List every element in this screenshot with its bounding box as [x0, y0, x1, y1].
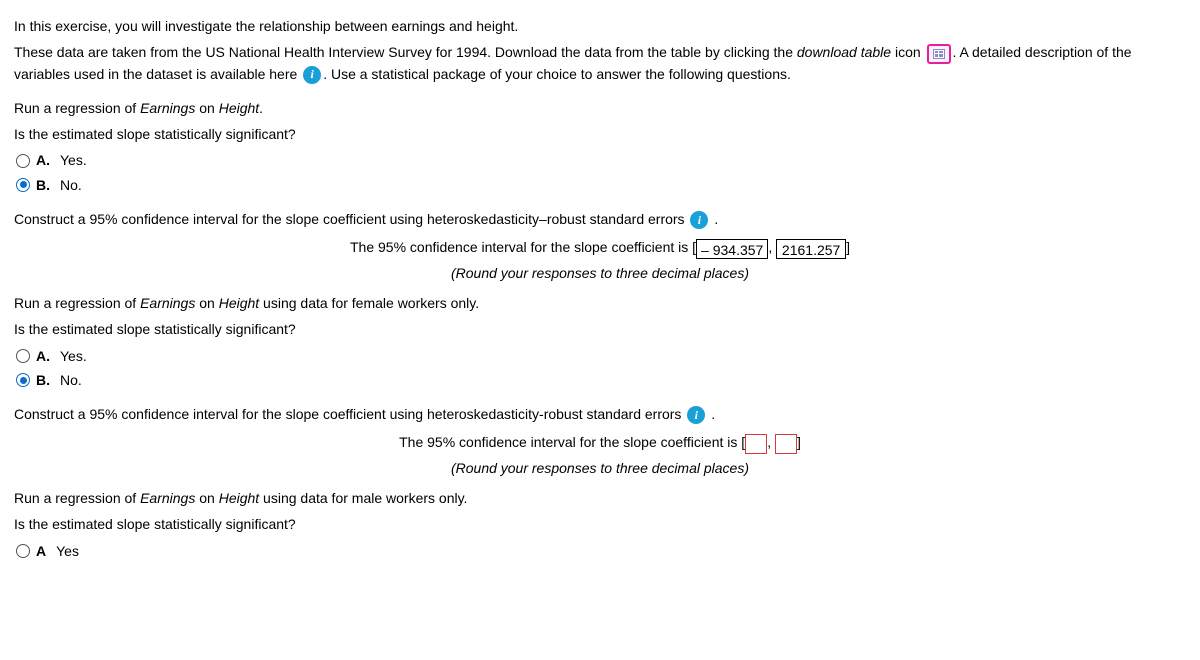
ci1-prompt: Construct a 95% confidence interval for …: [14, 209, 1186, 229]
ci1-comma: ,: [768, 239, 776, 255]
q1-height: Height: [219, 100, 259, 116]
ci2-prompt: Construct a 95% confidence interval for …: [14, 404, 1186, 424]
opt-text: No.: [60, 370, 82, 390]
info-icon[interactable]: i: [687, 406, 705, 424]
q2-line2: Is the estimated slope statistically sig…: [14, 319, 1186, 339]
ci2-hint: (Round your responses to three decimal p…: [14, 458, 1186, 478]
info-icon[interactable]: i: [690, 211, 708, 229]
radio-icon: [16, 154, 30, 168]
opt-text: Yes.: [60, 346, 87, 366]
q1-l1a: Run a regression of: [14, 100, 140, 116]
ci2-low-input[interactable]: [745, 434, 767, 454]
q3-earnings: Earnings: [140, 490, 195, 506]
q1-option-b[interactable]: B. No.: [16, 175, 1186, 195]
q1-line1: Run a regression of Earnings on Height.: [14, 98, 1186, 118]
ci2-high-input[interactable]: [775, 434, 797, 454]
q1-option-a[interactable]: A. Yes.: [16, 150, 1186, 170]
q2-option-b[interactable]: B. No.: [16, 370, 1186, 390]
ci2-pre: The 95% confidence interval for the slop…: [399, 434, 745, 450]
q3-l1e: using data for male workers only.: [259, 490, 467, 506]
ci1-high-input[interactable]: 2161.257: [776, 239, 846, 259]
q2-l1a: Run a regression of: [14, 295, 140, 311]
q3-l1a: Run a regression of: [14, 490, 140, 506]
ci2-prompt-text: Construct a 95% confidence interval for …: [14, 406, 685, 422]
ci1-pre: The 95% confidence interval for the slop…: [350, 239, 696, 255]
q1-earnings: Earnings: [140, 100, 195, 116]
ci2-post: ]: [797, 434, 801, 450]
info-icon[interactable]: i: [303, 66, 321, 84]
radio-icon: [16, 349, 30, 363]
ci1-prompt-text: Construct a 95% confidence interval for …: [14, 211, 688, 227]
ci1-post: ]: [846, 239, 850, 255]
ci2-comma: ,: [767, 434, 775, 450]
q3-height: Height: [219, 490, 259, 506]
q2-line1: Run a regression of Earnings on Height u…: [14, 293, 1186, 313]
q2-height: Height: [219, 295, 259, 311]
q3-l1c: on: [195, 490, 218, 506]
intro-line-1: In this exercise, you will investigate t…: [14, 16, 1186, 36]
opt-letter: A: [36, 541, 46, 561]
opt-letter: B.: [36, 370, 50, 390]
opt-letter: A.: [36, 150, 50, 170]
opt-letter: B.: [36, 175, 50, 195]
q1-l1e: .: [259, 100, 263, 116]
radio-icon: [16, 544, 30, 558]
q3-option-a[interactable]: A Yes: [16, 541, 1186, 561]
download-table-label: download table: [797, 44, 891, 60]
q2-option-a[interactable]: A. Yes.: [16, 346, 1186, 366]
ci2-answer-line: The 95% confidence interval for the slop…: [14, 432, 1186, 453]
opt-text: No.: [60, 175, 82, 195]
q2-earnings: Earnings: [140, 295, 195, 311]
intro-text-c: icon: [891, 44, 924, 60]
ci1-low-input[interactable]: – 934.357: [696, 239, 768, 259]
q3-line2: Is the estimated slope statistically sig…: [14, 514, 1186, 534]
q1-line2: Is the estimated slope statistically sig…: [14, 124, 1186, 144]
q2-l1e: using data for female workers only.: [259, 295, 479, 311]
ci1-answer-line: The 95% confidence interval for the slop…: [14, 237, 1186, 258]
intro-line-2: These data are taken from the US Nationa…: [14, 42, 1186, 84]
radio-icon: [16, 373, 30, 387]
q1-l1c: on: [195, 100, 218, 116]
intro-text-e: . Use a statistical package of your choi…: [323, 66, 791, 82]
opt-text: Yes.: [60, 150, 87, 170]
intro-text-a: These data are taken from the US Nationa…: [14, 44, 797, 60]
q2-l1c: on: [195, 295, 218, 311]
download-table-icon[interactable]: [927, 44, 951, 64]
opt-text: Yes: [56, 541, 79, 561]
ci1-hint: (Round your responses to three decimal p…: [14, 263, 1186, 283]
q3-line1: Run a regression of Earnings on Height u…: [14, 488, 1186, 508]
opt-letter: A.: [36, 346, 50, 366]
radio-icon: [16, 178, 30, 192]
